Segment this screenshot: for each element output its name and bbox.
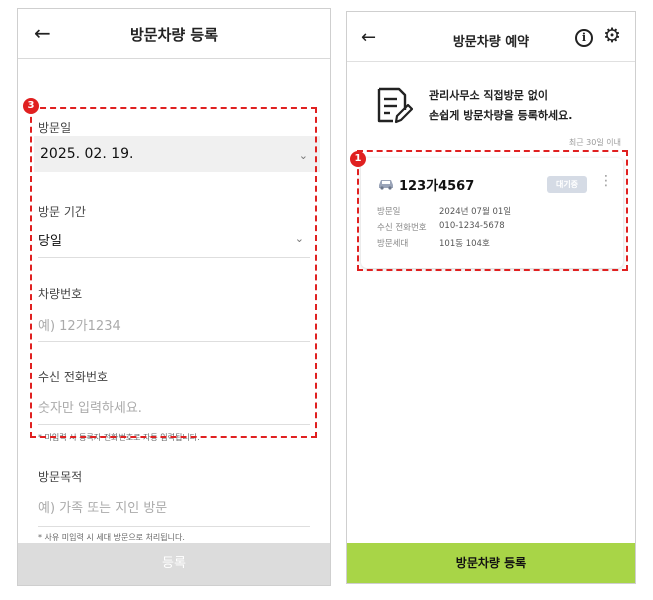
- intro-line-2: 손쉽게 방문차량을 등록하세요.: [429, 109, 573, 122]
- document-pen-icon: [377, 87, 413, 124]
- register-visitor-car-button[interactable]: 방문차량 등록: [347, 543, 635, 583]
- field-divider: [38, 526, 310, 527]
- intro-text: 관리사무소 직접방문 없이 손쉽게 방문차량을 등록하세요.: [429, 86, 572, 126]
- visit-purpose-field[interactable]: 방문목적 예) 가족 또는 지인 방문: [38, 464, 310, 530]
- recent-range-label: 최근 30일 이내: [568, 138, 621, 147]
- purpose-note: * 사유 미입력 시 세대 방문으로 처리됩니다.: [38, 533, 185, 542]
- reservation-header: ← 방문차량 예약 i ⚙: [347, 12, 635, 62]
- info-icon[interactable]: i: [575, 29, 593, 47]
- annotation-badge-3: 3: [23, 98, 39, 114]
- intro-banner: 관리사무소 직접방문 없이 손쉽게 방문차량을 등록하세요.: [375, 84, 615, 134]
- gear-icon[interactable]: ⚙: [603, 25, 621, 45]
- submit-button[interactable]: 등록: [18, 543, 330, 585]
- annotation-highlight-3: [30, 107, 317, 438]
- visit-purpose-label: 방문목적: [38, 470, 83, 484]
- screenshot-stage: ← 방문차량 등록 방문일 2025. 02. 19. ⌄ 방문 기간 당일 ⌄…: [0, 0, 653, 600]
- annotation-highlight-1: [357, 150, 628, 271]
- visit-purpose-input[interactable]: 예) 가족 또는 지인 방문: [38, 497, 167, 516]
- annotation-badge-1: 1: [350, 151, 366, 167]
- page-title: 방문차량 등록: [129, 26, 219, 44]
- visitor-car-reservation-screen: ← 방문차량 예약 i ⚙ 관리사무소 직접방문 없이 손쉽게 방문차량을 등록…: [346, 11, 636, 584]
- register-header: ← 방문차량 등록: [18, 9, 330, 59]
- intro-line-1: 관리사무소 직접방문 없이: [429, 89, 548, 102]
